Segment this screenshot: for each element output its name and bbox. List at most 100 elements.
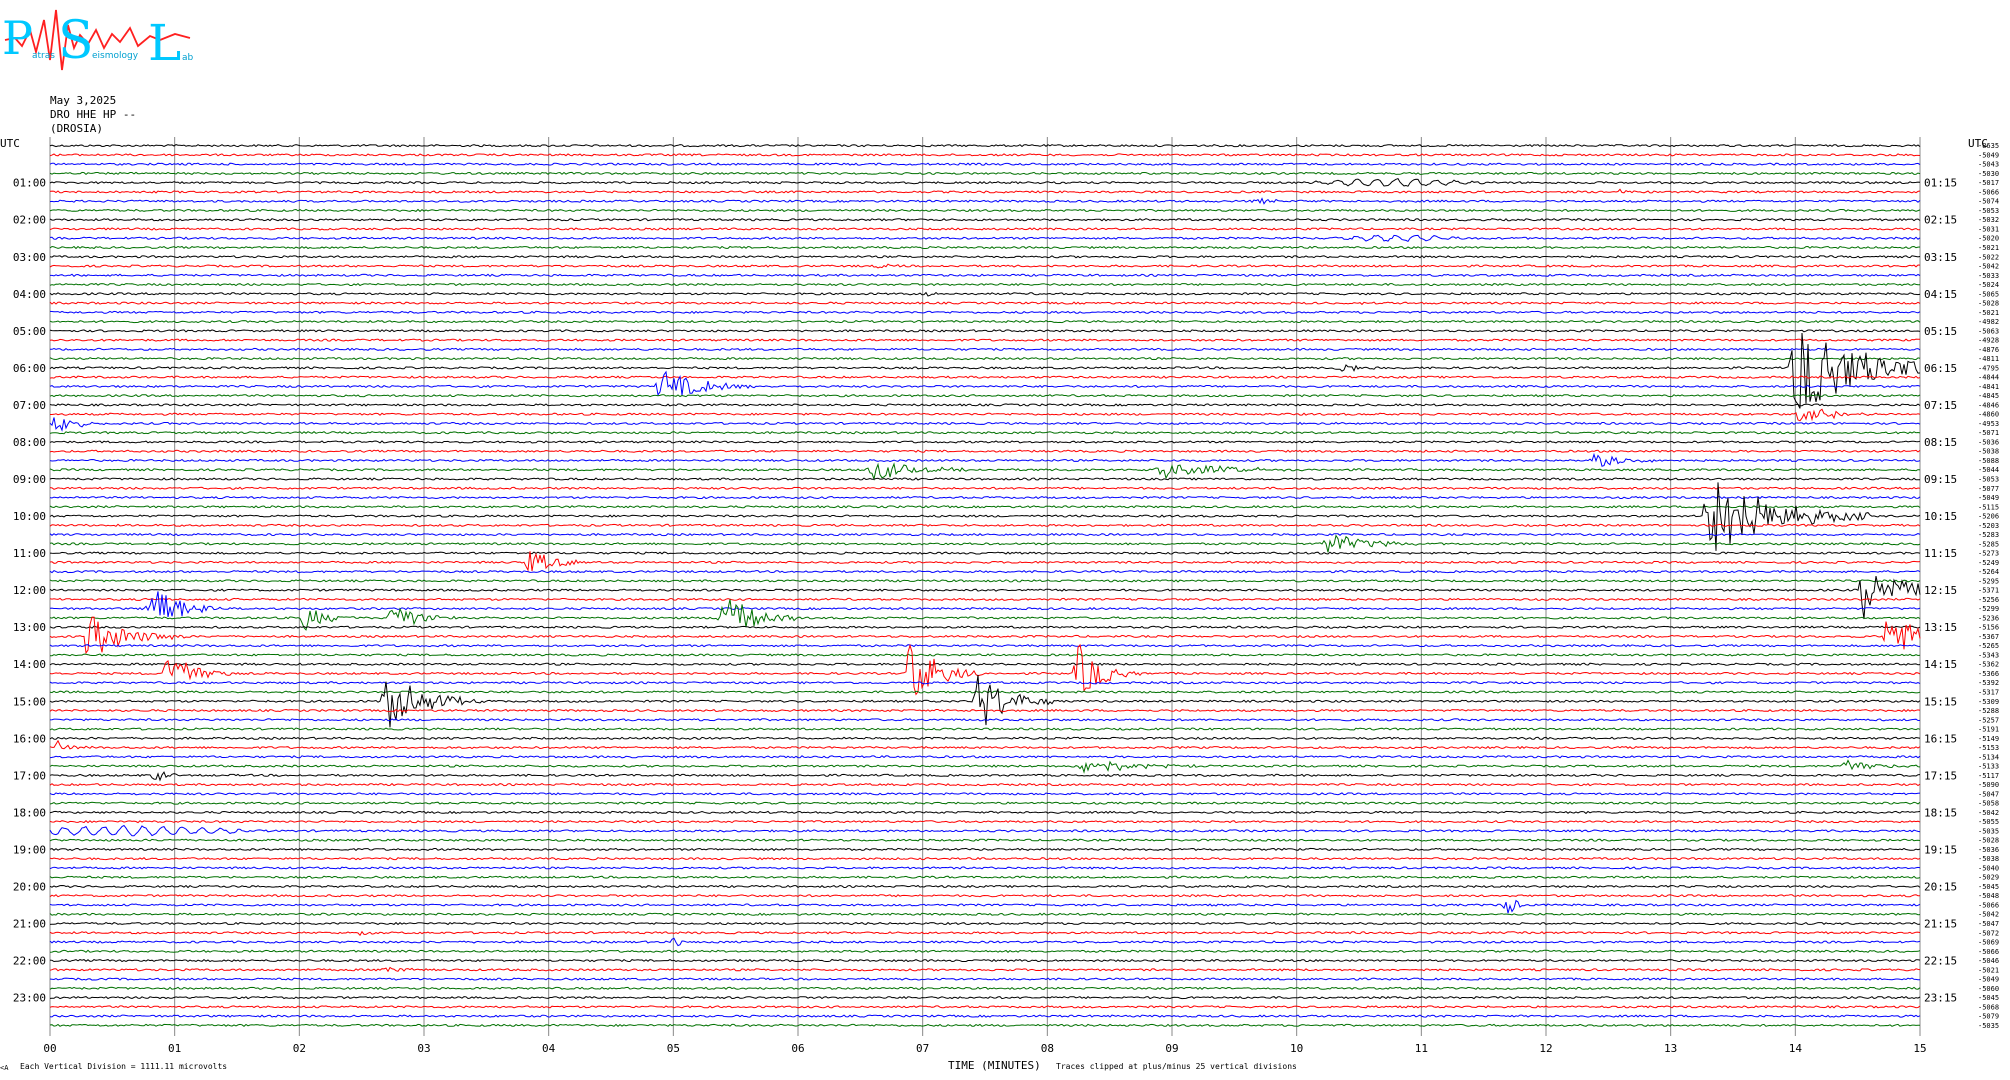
trace-row-41 bbox=[49, 523, 1921, 527]
row-offset: -5153 bbox=[1978, 744, 1999, 752]
trace-row-88 bbox=[49, 958, 1921, 963]
hour-label-left: 18:00 bbox=[13, 806, 46, 819]
trace-row-67 bbox=[49, 759, 1921, 774]
hour-label-left: 23:00 bbox=[13, 992, 46, 1005]
trace-row-32 bbox=[49, 440, 1921, 444]
row-offset: -5036 bbox=[1978, 438, 1999, 446]
trace-row-28 bbox=[49, 403, 1921, 407]
row-offset: -5022 bbox=[1978, 253, 1999, 261]
trace-row-54 bbox=[49, 644, 1921, 648]
seismic-traces bbox=[49, 143, 1921, 1027]
trace-row-85 bbox=[49, 930, 1921, 937]
corner-mark: <A bbox=[0, 1064, 9, 1072]
hour-label-left: 09:00 bbox=[13, 473, 46, 486]
row-offset: -5035 bbox=[1978, 827, 1999, 835]
row-offset: -5285 bbox=[1978, 540, 1999, 548]
trace-row-23 bbox=[49, 356, 1921, 361]
row-offset: -5033 bbox=[1978, 272, 1999, 280]
trace-row-26 bbox=[49, 370, 1921, 397]
row-offset: -5077 bbox=[1978, 485, 1999, 493]
row-offset: -4795 bbox=[1978, 364, 1999, 372]
hour-label-left: 03:00 bbox=[13, 251, 46, 264]
x-axis-title: TIME (MINUTES) bbox=[948, 1059, 1041, 1072]
trace-row-37 bbox=[49, 486, 1921, 490]
row-offset: -5317 bbox=[1978, 688, 1999, 696]
row-offset: -5038 bbox=[1978, 448, 1999, 456]
trace-row-80 bbox=[49, 884, 1921, 889]
trace-row-82 bbox=[49, 899, 1921, 914]
x-tick-05: 05 bbox=[667, 1042, 680, 1055]
trace-row-70 bbox=[49, 792, 1921, 796]
hour-label-left: 10:00 bbox=[13, 510, 46, 523]
trace-row-10 bbox=[49, 234, 1921, 243]
trace-row-35 bbox=[49, 462, 1921, 481]
hour-label-right: 18:15 bbox=[1924, 806, 1957, 819]
trace-row-1 bbox=[49, 153, 1921, 157]
hour-label-left: 02:00 bbox=[13, 214, 46, 227]
row-offset: -4844 bbox=[1978, 374, 1999, 382]
row-offset: -5035 bbox=[1978, 1022, 1999, 1030]
trace-row-92 bbox=[49, 995, 1921, 1000]
trace-row-52 bbox=[49, 625, 1921, 629]
hour-label-left: 01:00 bbox=[13, 177, 46, 190]
trace-row-6 bbox=[49, 197, 1921, 205]
row-offset: -5288 bbox=[1978, 707, 1999, 715]
hour-label-right: 20:15 bbox=[1924, 880, 1957, 893]
trace-row-90 bbox=[49, 977, 1921, 981]
row-offset: -5088 bbox=[1978, 457, 1999, 465]
x-tick-labels: 00 01 02 03 04 05 06 07 08 09 10 11 12 13 14 15 bbox=[43, 1042, 1926, 1055]
row-offset: -4982 bbox=[1978, 318, 1999, 326]
helicorder-chart: 00 01 02 03 04 05 06 07 08 09 10 11 12 13 14 15 01:00 02… bbox=[13, 137, 1999, 1055]
row-offset: -5256 bbox=[1978, 596, 1999, 604]
trace-row-19 bbox=[49, 319, 1921, 324]
hour-label-right: 19:15 bbox=[1924, 843, 1957, 856]
row-offset: -5053 bbox=[1978, 476, 1999, 484]
trace-row-5 bbox=[49, 188, 1921, 194]
row-offset: -5036 bbox=[1978, 846, 1999, 854]
trace-row-77 bbox=[49, 857, 1921, 861]
hour-label-left: 16:00 bbox=[13, 732, 46, 745]
trace-row-7 bbox=[49, 208, 1921, 213]
row-offset: -5021 bbox=[1978, 966, 1999, 974]
row-offset: -5040 bbox=[1978, 864, 1999, 872]
row-offset: -4953 bbox=[1978, 420, 1999, 428]
trace-row-49 bbox=[49, 597, 1921, 602]
trace-row-74 bbox=[49, 824, 1921, 837]
trace-row-25 bbox=[49, 375, 1921, 379]
trace-row-76 bbox=[49, 847, 1921, 852]
trace-row-91 bbox=[49, 986, 1921, 990]
row-offset: -5044 bbox=[1978, 466, 1999, 474]
trace-row-12 bbox=[49, 255, 1921, 259]
trace-row-2 bbox=[49, 162, 1921, 166]
row-offset: -5060 bbox=[1978, 985, 1999, 993]
hour-label-right: 07:15 bbox=[1924, 399, 1957, 412]
hour-label-right: 13:15 bbox=[1924, 621, 1957, 634]
minute-grid bbox=[49, 137, 1921, 1036]
row-offset: -5117 bbox=[1978, 772, 1999, 780]
header-station: (DROSIA) bbox=[50, 122, 103, 135]
row-offset: -5156 bbox=[1978, 624, 1999, 632]
trace-row-56 bbox=[49, 662, 1921, 666]
row-offset: -5021 bbox=[1978, 309, 1999, 317]
row-offset: -5309 bbox=[1978, 698, 1999, 706]
trace-row-3 bbox=[49, 171, 1921, 176]
logo-letter-p: P bbox=[2, 11, 33, 65]
row-offset: -5343 bbox=[1978, 651, 1999, 659]
row-offset: -5053 bbox=[1978, 207, 1999, 215]
hour-label-right: 23:15 bbox=[1924, 992, 1957, 1005]
row-offset: -5049 bbox=[1978, 151, 1999, 159]
row-offset: -4846 bbox=[1978, 401, 1999, 409]
hour-label-right: 03:15 bbox=[1924, 251, 1957, 264]
hour-label-right: 21:15 bbox=[1924, 918, 1957, 931]
row-offset: -5021 bbox=[1978, 244, 1999, 252]
psl-logo: P S L atras eismology ab bbox=[2, 9, 194, 72]
trace-row-38 bbox=[49, 495, 1921, 500]
logo-subtext-ab: ab bbox=[182, 53, 194, 63]
trace-row-27 bbox=[49, 394, 1921, 398]
hour-label-right: 09:15 bbox=[1924, 473, 1957, 486]
row-offset: -5046 bbox=[1978, 957, 1999, 965]
row-offset: -5029 bbox=[1978, 874, 1999, 882]
trace-row-51 bbox=[49, 599, 1921, 631]
trace-row-16 bbox=[49, 291, 1921, 297]
row-offset-labels: -8635-5049-5043-5030-5017-5066-5074-5053… bbox=[1978, 142, 1999, 1030]
